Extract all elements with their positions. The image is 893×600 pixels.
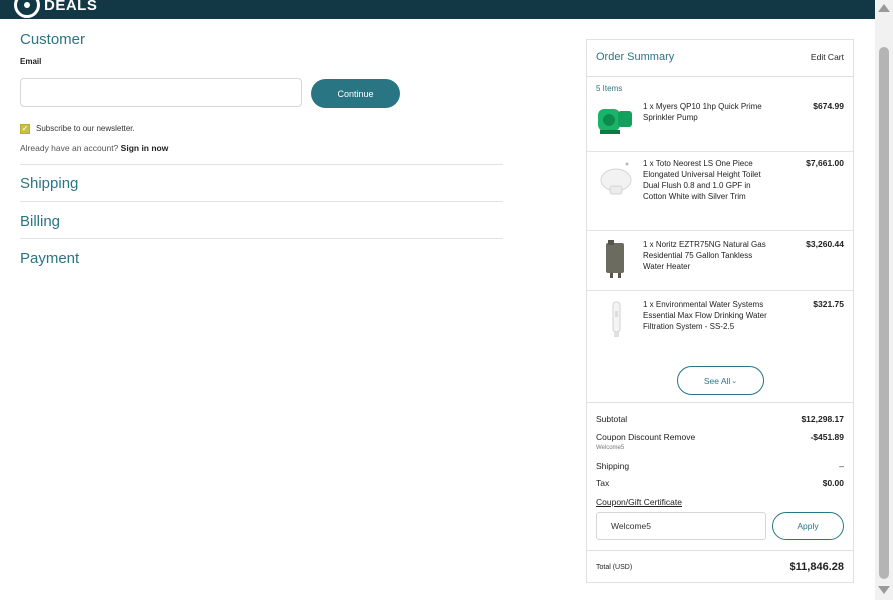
- cart-item-price: $674.99: [813, 101, 844, 111]
- shipping-section-title[interactable]: Shipping: [20, 175, 78, 192]
- cart-item-price: $7,661.00: [806, 158, 844, 168]
- tax-label: Tax: [596, 478, 610, 488]
- pump-icon: [596, 101, 636, 141]
- see-all-button[interactable]: See All ⌄: [677, 366, 764, 395]
- chevron-down-icon: ⌄: [731, 377, 738, 385]
- site-logo[interactable]: DEALS: [14, 0, 97, 18]
- billing-section-title[interactable]: Billing: [20, 213, 60, 230]
- scrollbar-thumb[interactable]: [879, 47, 889, 579]
- order-summary-panel: Order Summary Edit Cart 5 Items 1 x Myer…: [586, 39, 854, 583]
- logo-text: DEALS: [44, 0, 98, 14]
- water-heater-icon: [596, 239, 636, 279]
- cart-item-name: 1 x Noritz EZTR75NG Natural Gas Resident…: [643, 240, 766, 271]
- see-all-label: See All: [703, 375, 731, 386]
- email-label: Email: [20, 57, 42, 66]
- coupon-discount-label[interactable]: Coupon Discount Remove: [596, 432, 695, 442]
- top-header-bar: DEALS: [0, 0, 875, 19]
- continue-button[interactable]: Continue: [311, 79, 400, 108]
- page-scrollbar[interactable]: [875, 0, 893, 600]
- water-filter-icon: [596, 299, 636, 339]
- scroll-up-arrow-icon[interactable]: [878, 4, 890, 12]
- cart-item-price: $3,260.44: [806, 239, 844, 249]
- cart-item-name: 1 x Environmental Water Systems Essentia…: [643, 300, 767, 331]
- checkmark-icon: ✓: [21, 124, 29, 133]
- tax-value: $0.00: [822, 478, 844, 488]
- cart-item-price: $321.75: [813, 299, 844, 309]
- newsletter-checkbox[interactable]: ✓: [20, 124, 30, 134]
- summary-divider: [587, 550, 853, 551]
- cart-item: 1 x Myers QP10 1hp Quick Prime Sprinkler…: [587, 95, 853, 152]
- subtotal-label: Subtotal: [596, 414, 628, 424]
- payment-section-title[interactable]: Payment: [20, 250, 79, 267]
- order-summary-title: Order Summary: [596, 51, 675, 63]
- edit-cart-link[interactable]: Edit Cart: [811, 52, 844, 62]
- order-summary-header: Order Summary Edit Cart: [587, 40, 853, 77]
- customer-section-title: Customer: [20, 31, 86, 48]
- section-divider: [20, 238, 503, 239]
- shipping-label: Shipping: [596, 461, 630, 471]
- coupon-discount-value: -$451.89: [810, 432, 844, 442]
- items-count: 5 Items: [596, 84, 623, 93]
- cart-item: 1 x Noritz EZTR75NG Natural Gas Resident…: [587, 231, 853, 291]
- logo-icon: [14, 0, 40, 18]
- total-value: $11,846.28: [789, 561, 844, 573]
- account-prompt-text: Already have an account?: [20, 143, 119, 153]
- coupon-code-input[interactable]: [596, 512, 766, 540]
- cart-item-name: 1 x Myers QP10 1hp Quick Prime Sprinkler…: [643, 102, 762, 122]
- account-prompt: Already have an account? Sign in now: [20, 143, 168, 153]
- toilet-icon: [596, 158, 636, 198]
- cart-item: 1 x Environmental Water Systems Essentia…: [587, 291, 853, 357]
- total-label: Total (USD): [596, 564, 633, 571]
- email-field[interactable]: [20, 78, 302, 107]
- apply-coupon-button[interactable]: Apply: [772, 512, 844, 540]
- cart-item-name: 1 x Toto Neorest LS One Piece Elongated …: [643, 159, 761, 201]
- newsletter-label: Subscribe to our newsletter.: [36, 124, 135, 133]
- subtotal-value: $12,298.17: [801, 414, 844, 424]
- summary-divider: [587, 402, 853, 403]
- sign-in-link[interactable]: Sign in now: [121, 143, 169, 153]
- shipping-value: –: [839, 461, 844, 471]
- applied-coupon-code: Welcome5: [596, 445, 625, 451]
- scroll-down-arrow-icon[interactable]: [878, 586, 890, 594]
- section-divider: [20, 164, 503, 165]
- coupon-gift-certificate-link[interactable]: Coupon/Gift Certificate: [596, 497, 682, 507]
- cart-item: 1 x Toto Neorest LS One Piece Elongated …: [587, 152, 853, 231]
- section-divider: [20, 201, 503, 202]
